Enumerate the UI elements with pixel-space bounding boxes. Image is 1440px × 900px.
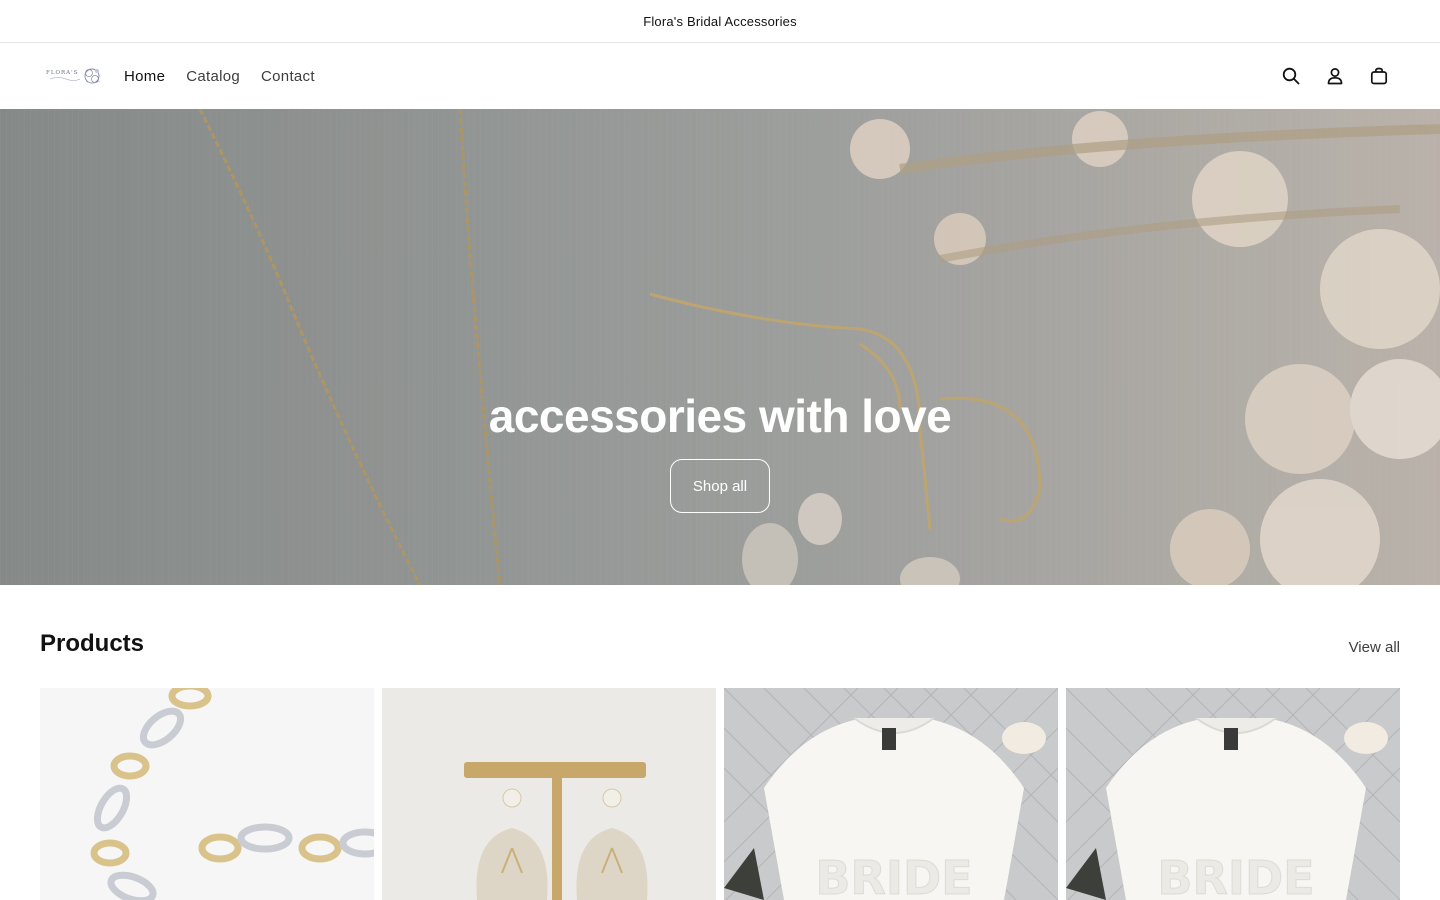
hero-overlay: [0, 109, 1440, 585]
main-nav: Home Catalog Contact: [124, 43, 315, 109]
shop-all-button[interactable]: Shop all: [670, 459, 770, 513]
product-card[interactable]: BRIDE: [724, 688, 1058, 900]
announcement-bar: Flora's Bridal Accessories: [0, 0, 1440, 43]
search-icon: [1282, 67, 1300, 85]
nav-home-link[interactable]: Home: [124, 68, 165, 85]
product-grid: BRIDE BRIDE: [40, 688, 1400, 900]
store-logo[interactable]: FLORA'S: [44, 61, 104, 91]
product-card[interactable]: [382, 688, 716, 900]
logo-image: FLORA'S: [46, 68, 101, 84]
view-all-link[interactable]: View all: [1349, 639, 1400, 656]
site-header: FLORA'S Home Catalog Contact: [0, 43, 1440, 109]
svg-text:FLORA'S: FLORA'S: [46, 70, 78, 76]
product-image-sweatshirt: BRIDE: [1066, 688, 1400, 900]
svg-text:BRIDE: BRIDE: [1157, 851, 1314, 900]
hero-banner: accessories with love Shop all: [0, 109, 1440, 585]
nav-catalog-link[interactable]: Catalog: [186, 68, 240, 85]
header-actions: [1280, 43, 1390, 109]
nav-contact-link[interactable]: Contact: [261, 68, 315, 85]
svg-text:BRIDE: BRIDE: [815, 851, 972, 900]
cart-button[interactable]: [1368, 65, 1390, 87]
product-card[interactable]: BRIDE: [1066, 688, 1400, 900]
cart-icon: [1370, 67, 1388, 85]
product-image-sweatshirt: BRIDE: [724, 688, 1058, 900]
account-button[interactable]: [1324, 65, 1346, 87]
product-card[interactable]: [40, 688, 374, 900]
products-heading: Products: [40, 630, 145, 657]
hero-title: accessories with love: [488, 390, 952, 442]
account-icon: [1327, 68, 1343, 85]
announcement-text: Flora's Bridal Accessories: [643, 13, 797, 29]
search-button[interactable]: [1280, 65, 1302, 87]
product-image-earrings: [382, 688, 716, 900]
product-image-necklace: [40, 688, 374, 900]
